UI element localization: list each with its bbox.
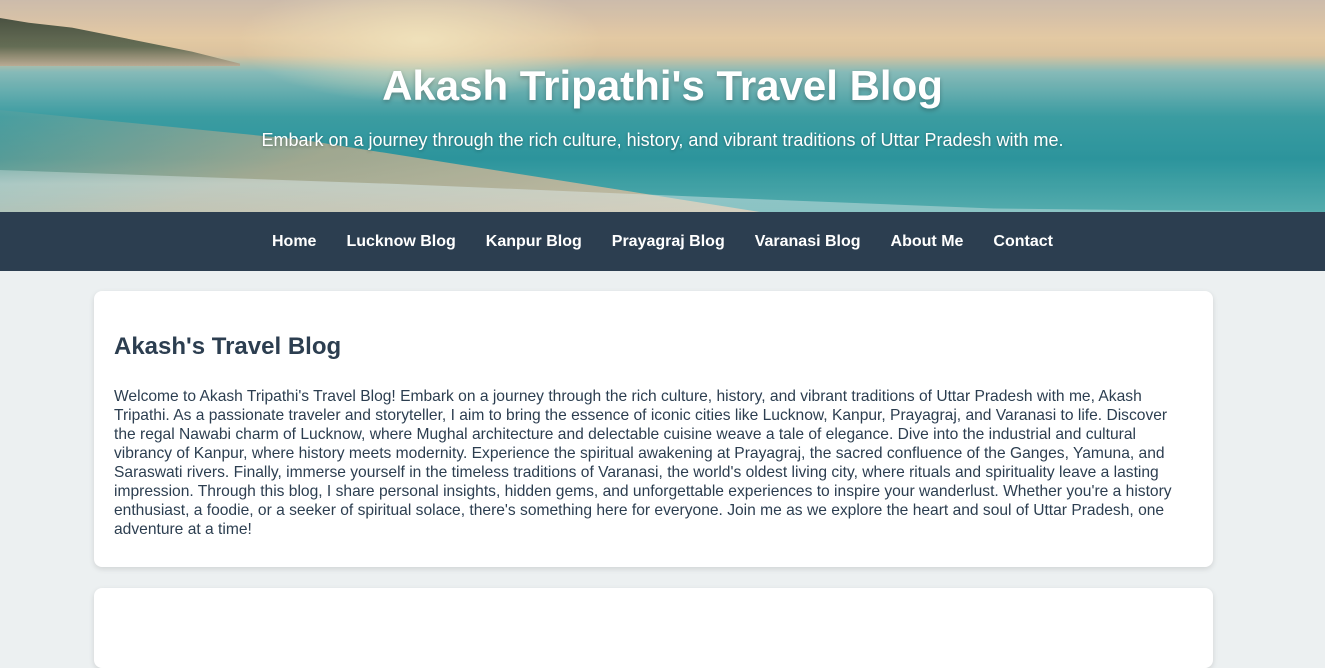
nav-kanpur-blog[interactable]: Kanpur Blog [486, 233, 582, 251]
nav-prayagraj-blog[interactable]: Prayagraj Blog [612, 233, 725, 251]
nav-contact[interactable]: Contact [993, 233, 1053, 251]
site-subtitle: Embark on a journey through the rich cul… [261, 130, 1064, 150]
intro-heading: Akash's Travel Blog [114, 333, 342, 360]
nav-about-me[interactable]: About Me [891, 233, 964, 251]
hero-banner: Akash Tripathi's Travel Blog Embark on a… [0, 0, 1325, 212]
nav-lucknow-blog[interactable]: Lucknow Blog [346, 233, 455, 251]
site-title: Akash Tripathi's Travel Blog [382, 62, 943, 109]
intro-body: Welcome to Akash Tripathi's Travel Blog!… [114, 388, 1172, 538]
nav-home[interactable]: Home [272, 233, 316, 251]
intro-card: Akash's Travel Blog Welcome to Akash Tri… [94, 291, 1213, 567]
main-nav: Home Lucknow Blog Kanpur Blog Prayagraj … [0, 212, 1325, 271]
nav-varanasi-blog[interactable]: Varanasi Blog [755, 233, 861, 251]
next-card [94, 588, 1213, 668]
